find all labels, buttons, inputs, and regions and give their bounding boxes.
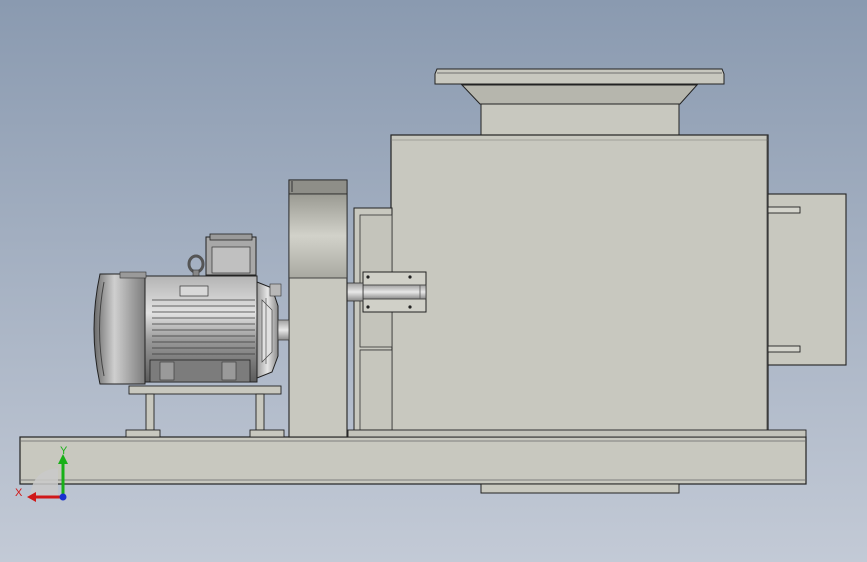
shaft-coupling-block <box>362 271 427 313</box>
electric-motor <box>93 233 290 385</box>
hopper-neck <box>480 103 680 136</box>
hopper-funnel <box>460 84 699 105</box>
bearing-plate <box>353 207 393 438</box>
y-axis-label: Y <box>60 445 68 457</box>
side-cover <box>767 193 847 366</box>
discharge-chute <box>480 483 680 494</box>
flywheel-guard <box>288 179 348 438</box>
crusher-housing <box>390 134 769 438</box>
base-frame <box>19 429 807 485</box>
drive-shaft <box>346 282 364 302</box>
x-axis-label: X <box>15 487 23 499</box>
motor-stand <box>125 385 285 438</box>
model-view[interactable]: Y X <box>0 0 867 562</box>
hopper-flange <box>434 68 725 85</box>
graphics-viewport[interactable]: Y X <box>0 0 867 562</box>
